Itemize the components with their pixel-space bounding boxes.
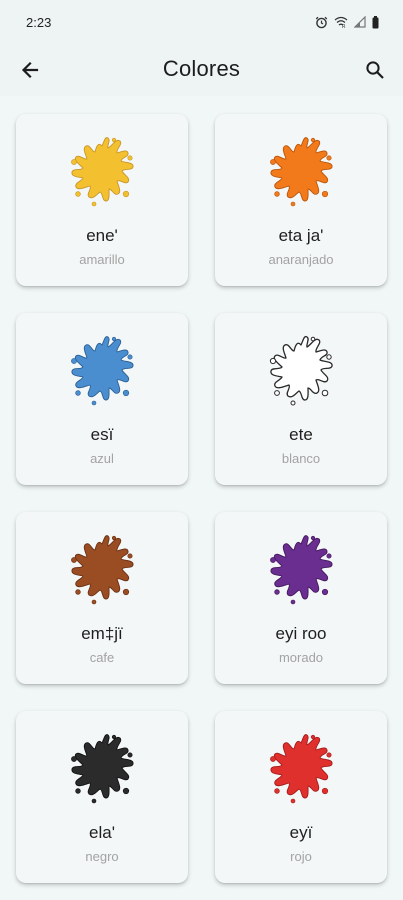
paint-splash-icon bbox=[71, 734, 134, 804]
color-word: eyï bbox=[289, 823, 313, 842]
color-word: esï bbox=[90, 425, 114, 444]
color-word: ete bbox=[289, 425, 313, 444]
color-translation: anaranjado bbox=[268, 252, 334, 267]
content-area: ene' amarillo eta ja' anaranjado esï azul ete b… bbox=[0, 96, 403, 900]
wifi-icon: R bbox=[334, 16, 348, 28]
color-card[interactable]: esï azul bbox=[16, 313, 188, 485]
color-word: eta ja' bbox=[278, 226, 324, 245]
signal-icon bbox=[354, 16, 366, 28]
color-word: ene' bbox=[86, 226, 118, 245]
status-bar: 2:23 R bbox=[0, 0, 403, 44]
color-translation: rojo bbox=[290, 849, 312, 864]
search-icon bbox=[366, 61, 384, 79]
page-title: Colores bbox=[162, 56, 241, 81]
color-card[interactable]: em‡jï cafe bbox=[16, 512, 188, 684]
color-translation: blanco bbox=[281, 451, 321, 466]
search-button[interactable] bbox=[359, 54, 391, 86]
color-translation: amarillo bbox=[79, 252, 125, 267]
color-grid: ene' amarillo eta ja' anaranjado esï azul ete b… bbox=[16, 114, 387, 883]
color-card[interactable]: eyï rojo bbox=[215, 711, 387, 883]
status-time: 2:23 bbox=[26, 14, 52, 30]
color-translation: azul bbox=[90, 451, 114, 466]
color-word: ela' bbox=[89, 823, 115, 842]
svg-text:R: R bbox=[342, 24, 346, 28]
status-icons: R bbox=[315, 15, 379, 29]
paint-splash-icon bbox=[270, 535, 333, 605]
color-word: em‡jï bbox=[81, 624, 123, 643]
color-card[interactable]: eta ja' anaranjado bbox=[215, 114, 387, 286]
color-card[interactable]: eyi roo morado bbox=[215, 512, 387, 684]
color-word: eyi roo bbox=[275, 624, 327, 643]
paint-splash-icon bbox=[270, 137, 333, 207]
color-translation: morado bbox=[278, 650, 324, 665]
alarm-icon bbox=[315, 16, 328, 28]
color-card[interactable]: ete blanco bbox=[215, 313, 387, 485]
paint-splash-icon bbox=[269, 335, 333, 406]
color-translation: cafe bbox=[89, 650, 115, 665]
app-bar: Colores bbox=[0, 44, 403, 96]
color-card[interactable]: ene' amarillo bbox=[16, 114, 188, 286]
paint-splash-icon bbox=[270, 734, 333, 804]
color-card[interactable]: ela' negro bbox=[16, 711, 188, 883]
battery-icon bbox=[372, 15, 379, 28]
color-translation: negro bbox=[85, 849, 119, 864]
paint-splash-icon bbox=[71, 336, 134, 406]
paint-splash-icon bbox=[71, 535, 134, 605]
paint-splash-icon bbox=[71, 137, 134, 207]
